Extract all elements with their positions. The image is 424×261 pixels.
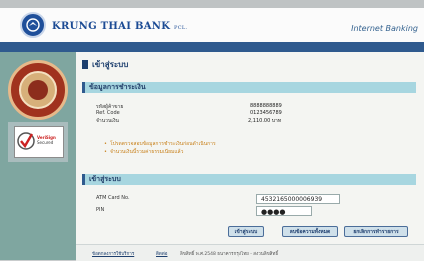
bank-suffix: PCL. bbox=[174, 25, 188, 31]
bird-emblem-icon bbox=[26, 18, 40, 32]
header-band bbox=[0, 42, 424, 52]
seal-inner-ring bbox=[19, 71, 57, 109]
clear-button[interactable]: ลบข้อความทั้งหมด bbox=[282, 226, 338, 237]
page-footer: ข้อตกลงการใช้บริการ ติดต่อ ลิขสิทธิ์ พ.ศ… bbox=[76, 244, 424, 261]
seal-core bbox=[28, 80, 48, 100]
pin-label: PIN bbox=[96, 207, 105, 213]
left-sidebar: VeriSign Secured bbox=[0, 52, 76, 260]
terms-link[interactable]: ข้อตกลงการใช้บริการ bbox=[92, 250, 134, 257]
title-marker-icon bbox=[82, 60, 88, 69]
atm-card-input[interactable]: 4532165000006939 bbox=[256, 194, 340, 204]
pin-input[interactable]: ●●●● bbox=[256, 206, 312, 216]
payment-note-1: โปรดตรวจสอบข้อมูลการชำระเงินก่อนดำเนินกา… bbox=[104, 140, 216, 148]
payment-note-2: จำนวนเงินนี้รวมค่าธรรมเนียมแล้ว bbox=[104, 148, 183, 156]
main-content: เข้าสู่ระบบ ข้อมูลการชำระเงิน รหัสผู้ค้า… bbox=[76, 52, 424, 260]
verisign-text: VeriSign Secured bbox=[37, 135, 56, 145]
ref-code-label: Ref. Code bbox=[96, 110, 120, 116]
site-header: KRUNG THAI BANK PCL. Internet Banking bbox=[0, 8, 424, 42]
page-title: เข้าสู่ระบบ bbox=[82, 58, 128, 71]
window-top-strip bbox=[0, 0, 424, 8]
bank-name-text: KRUNG THAI BANK bbox=[52, 21, 171, 32]
merchant-value: 8888888889 bbox=[250, 103, 282, 109]
ref-code-value: 0123456789 bbox=[250, 110, 282, 116]
atm-card-label: ATM Card No. bbox=[96, 195, 130, 201]
login-heading: เข้าสู่ระบบ bbox=[82, 174, 416, 185]
service-name: Internet Banking bbox=[351, 24, 418, 33]
checkmark-icon bbox=[17, 132, 35, 150]
payment-info-heading: ข้อมูลการชำระเงิน bbox=[82, 82, 416, 93]
verisign-panel: VeriSign Secured bbox=[8, 122, 68, 162]
verisign-line2: Secured bbox=[37, 140, 54, 145]
contact-link[interactable]: ติดต่อ bbox=[156, 250, 167, 257]
page-title-text: เข้าสู่ระบบ bbox=[92, 60, 129, 69]
amount-label: จำนวนเงิน bbox=[96, 118, 119, 124]
amount-value: 2,110.00 บาท bbox=[248, 118, 282, 124]
bank-logo[interactable] bbox=[20, 12, 46, 38]
university-seal-logo bbox=[8, 60, 68, 120]
copyright-text: ลิขสิทธิ์ พ.ศ.2548 ธนาคารกรุงไทย - สงวนล… bbox=[180, 252, 279, 257]
cancel-button[interactable]: ยกเลิกการทำรายการ bbox=[344, 226, 408, 237]
login-button[interactable]: เข้าสู่ระบบ bbox=[228, 226, 264, 237]
bank-name: KRUNG THAI BANK PCL. bbox=[52, 21, 187, 32]
verisign-badge[interactable]: VeriSign Secured bbox=[14, 126, 64, 158]
